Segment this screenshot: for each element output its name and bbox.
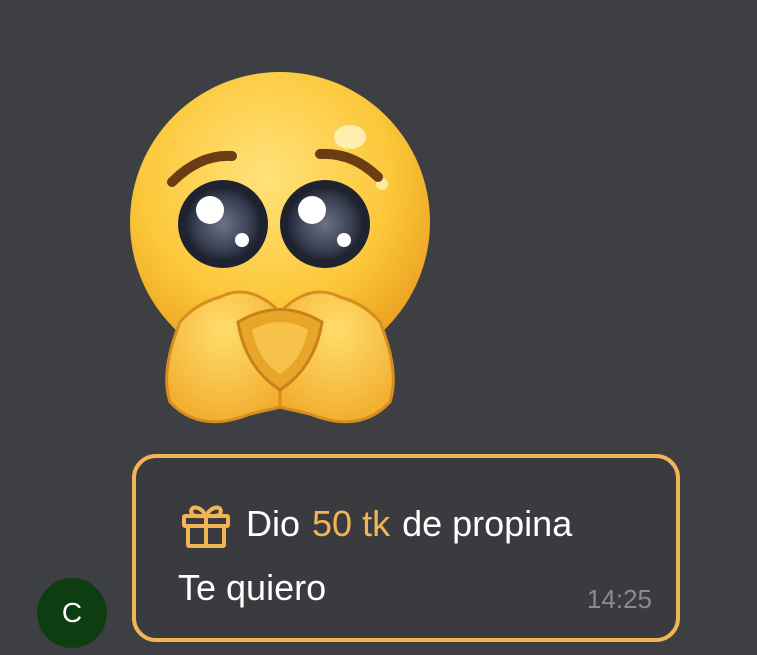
gift-icon [180,500,232,548]
pleading-face-heart-hands-sticker[interactable] [120,72,450,437]
tip-prefix: Dio [246,503,301,544]
tip-suffix: de propina [402,503,573,544]
pleading-face-heart-hands-icon [130,72,430,424]
avatar[interactable]: C [37,578,107,648]
message-timestamp: 14:25 [586,584,652,614]
tip-line: Dio 50 tk de propina [180,500,572,548]
message-text: Te quiero [178,567,327,608]
tip-amount: 50 tk [312,503,391,544]
avatar-initial: C [61,597,83,628]
tip-message-bubble[interactable]: Dio 50 tk de propina Te quiero 14:25 [132,454,680,642]
